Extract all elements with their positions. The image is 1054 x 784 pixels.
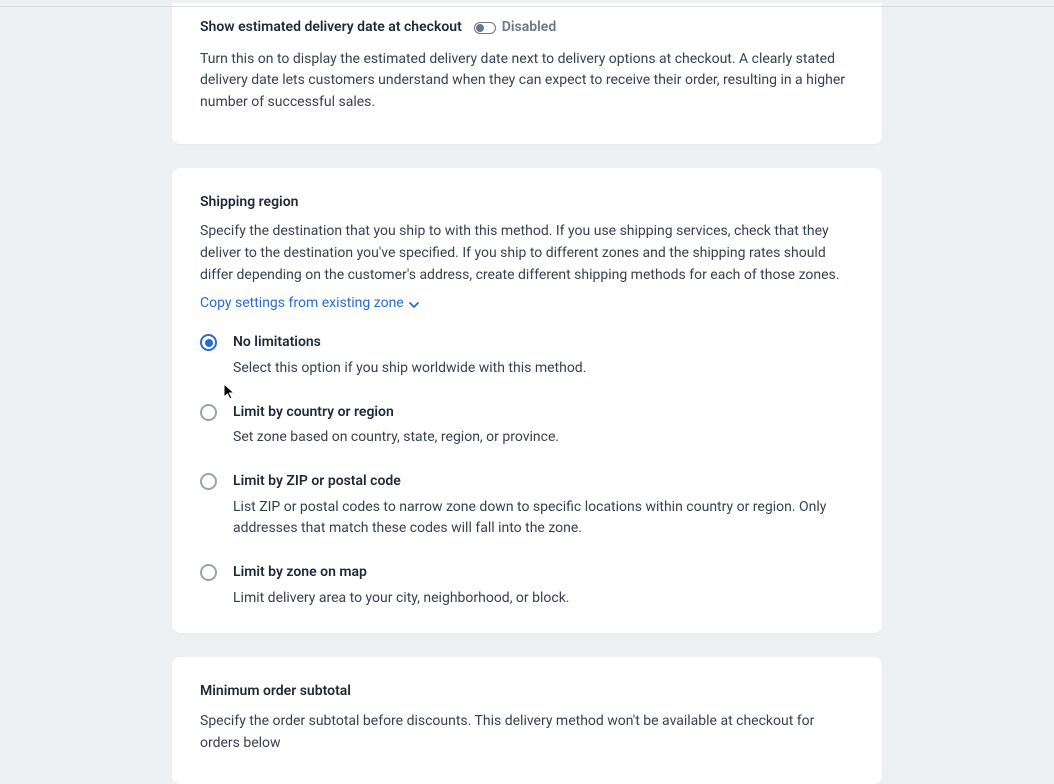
radio-limit-zip[interactable]: Limit by ZIP or postal code List ZIP or …	[200, 471, 854, 540]
shipping-region-description: Specify the destination that you ship to…	[200, 221, 854, 286]
page-top-divider	[0, 6, 1054, 7]
radio-label: Limit by zone on map	[233, 562, 854, 584]
delivery-date-title: Show estimated delivery date at checkout	[200, 17, 462, 39]
toggle-off-icon	[474, 22, 496, 34]
radio-button[interactable]	[200, 334, 217, 351]
delivery-date-title-row: Show estimated delivery date at checkout…	[200, 17, 854, 39]
delivery-date-card: Show estimated delivery date at checkout…	[172, 3, 882, 144]
radio-label: Limit by ZIP or postal code	[233, 471, 854, 493]
radio-limit-map[interactable]: Limit by zone on map Limit delivery area…	[200, 562, 854, 609]
radio-content: No limitations Select this option if you…	[233, 332, 854, 379]
radio-description: Limit delivery area to your city, neighb…	[233, 588, 854, 610]
radio-description: Select this option if you ship worldwide…	[233, 358, 854, 380]
shipping-region-radio-group: No limitations Select this option if you…	[200, 332, 854, 609]
shipping-region-card: Shipping region Specify the destination …	[172, 168, 882, 634]
radio-description: List ZIP or postal codes to narrow zone …	[233, 497, 854, 540]
min-order-description: Specify the order subtotal before discou…	[200, 711, 854, 754]
radio-label: Limit by country or region	[233, 402, 854, 424]
delivery-date-toggle[interactable]: Disabled	[474, 17, 556, 39]
radio-content: Limit by ZIP or postal code List ZIP or …	[233, 471, 854, 540]
radio-content: Limit by country or region Set zone base…	[233, 402, 854, 449]
radio-button[interactable]	[200, 473, 217, 490]
toggle-status-label: Disabled	[502, 17, 556, 39]
radio-limit-country[interactable]: Limit by country or region Set zone base…	[200, 402, 854, 449]
radio-button[interactable]	[200, 564, 217, 581]
shipping-region-title: Shipping region	[200, 192, 854, 214]
radio-button[interactable]	[200, 404, 217, 421]
radio-content: Limit by zone on map Limit delivery area…	[233, 562, 854, 609]
delivery-date-description: Turn this on to display the estimated de…	[200, 49, 854, 114]
radio-description: Set zone based on country, state, region…	[233, 427, 854, 449]
copy-settings-link-label: Copy settings from existing zone	[200, 293, 404, 315]
settings-page: Show estimated delivery date at checkout…	[0, 3, 1054, 784]
radio-label: No limitations	[233, 332, 854, 354]
copy-settings-link[interactable]: Copy settings from existing zone	[200, 293, 420, 315]
chevron-down-icon	[408, 297, 420, 309]
radio-no-limitations[interactable]: No limitations Select this option if you…	[200, 332, 854, 379]
min-order-card: Minimum order subtotal Specify the order…	[172, 657, 882, 784]
